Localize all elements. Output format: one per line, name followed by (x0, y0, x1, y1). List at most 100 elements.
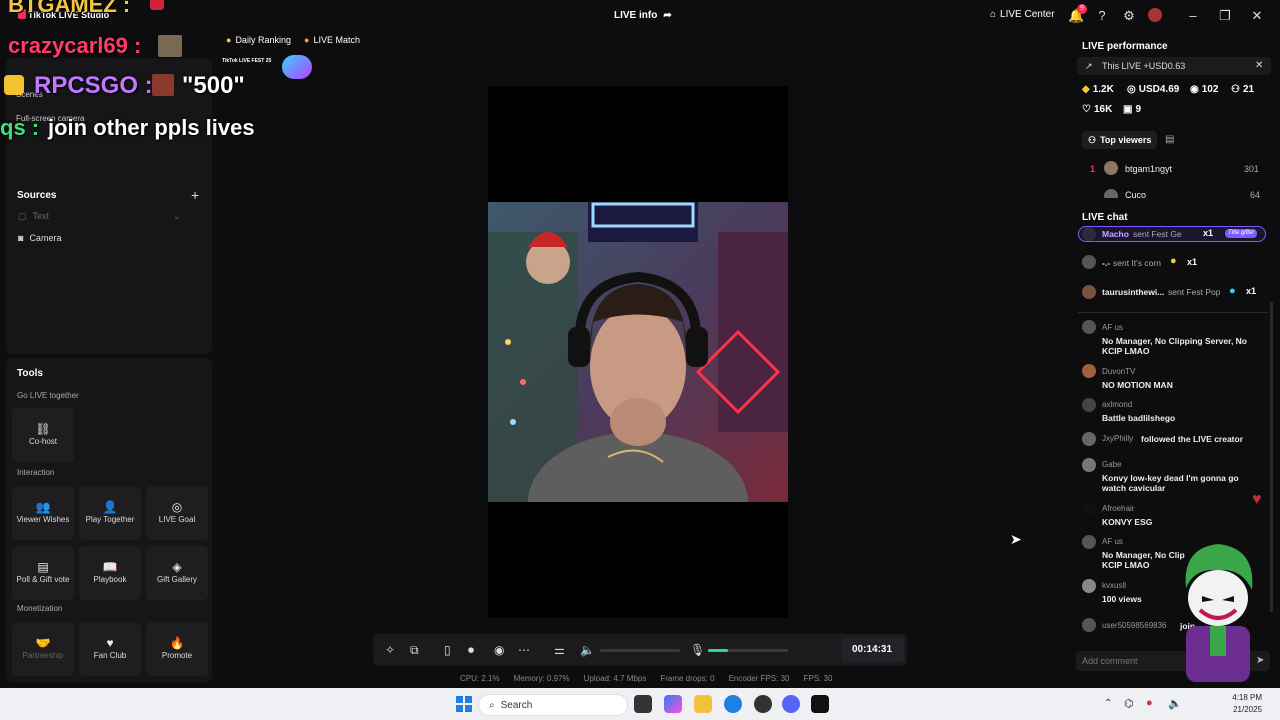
top-viewers-label: Top viewers (1100, 135, 1152, 145)
live-timer: 00:14:31 (852, 644, 893, 655)
chat-username[interactable]: Afroehair (1102, 504, 1134, 513)
joker-figure (1185, 544, 1253, 682)
minimize-icon[interactable]: – (1185, 8, 1201, 24)
chat-username[interactable]: Gabe (1102, 460, 1122, 469)
heart-outline-icon: ♡ (1082, 104, 1091, 115)
chat-username[interactable]: user50598569836 (1102, 621, 1167, 630)
promote-button[interactable]: 🔥 Promote (146, 622, 208, 676)
live-info-label: LIVE info (614, 10, 658, 21)
copilot-icon[interactable] (664, 695, 682, 713)
taskbar-date[interactable]: 21/2025 (1212, 705, 1262, 714)
viewer-row-2[interactable]: Cuco 64 (1082, 188, 1272, 198)
camera-settings-icon[interactable]: ◉ (494, 643, 504, 657)
chat-message: followed the LIVE creator (1141, 434, 1244, 444)
gift-sender[interactable]: Macho (1102, 229, 1129, 239)
gear-icon[interactable]: ⚙ (1121, 8, 1137, 24)
gift-count: x1 (1187, 257, 1198, 267)
gift-sender[interactable]: -.- (1102, 258, 1110, 268)
help-icon[interactable]: ? (1094, 8, 1110, 24)
microphone-icon[interactable]: 🎙 (690, 643, 705, 657)
gift-avatar (1082, 255, 1096, 269)
live-center-button[interactable]: ⌂ LIVE Center (990, 9, 1055, 20)
speaker-icon[interactable]: 🔈 (580, 643, 595, 657)
poll-gift-vote-button[interactable]: ▤ Poll & Gift vote (12, 546, 74, 600)
viewer-wishes-label: Viewer Wishes (16, 514, 70, 524)
more-icon[interactable]: ⋯ (518, 643, 530, 657)
taskbar-search[interactable]: ⌕ Search (478, 694, 628, 716)
layout-icon[interactable]: ⧉ (410, 643, 419, 658)
obs-icon[interactable] (754, 695, 772, 713)
magic-wand-icon[interactable]: ✧ (385, 643, 395, 657)
chat-username[interactable]: JxyPhilly (1102, 434, 1133, 443)
likes-stat: ♡ 16K (1082, 104, 1112, 115)
viewer-name[interactable]: btgam1ngyt (1125, 164, 1172, 174)
tiktok-live-studio-taskbar-icon[interactable] (811, 695, 829, 713)
close-icon[interactable]: ✕ (1249, 8, 1265, 24)
cpu-stat: CPU: 2.1% (460, 674, 500, 683)
gift-sender[interactable]: taurusinthewi... (1102, 287, 1164, 297)
source-label-camera: Camera (29, 233, 62, 243)
overlay-msg-3: join other ppls lives (48, 115, 255, 140)
live-match-tag[interactable]: ● LIVE Match (298, 31, 366, 49)
taskbar-time[interactable]: 4:18 PM (1212, 693, 1262, 702)
play-together-button[interactable]: 👤 Play Together (79, 486, 141, 540)
chat-scrollbar[interactable] (1270, 302, 1273, 612)
record-icon[interactable]: ⏺ (468, 643, 474, 658)
tray-app-icon[interactable]: ● (1146, 697, 1153, 709)
sliders-icon[interactable]: ⚌ (554, 643, 565, 657)
usd-stat: ◎ USD4.69 (1127, 84, 1179, 95)
live-goal-button[interactable]: ◎ LIVE Goal (146, 486, 208, 540)
chat-username[interactable]: AF us (1102, 323, 1123, 332)
camera-feed (488, 202, 788, 502)
live-info-button[interactable]: LIVE info ➦ (614, 10, 672, 21)
maximize-icon[interactable]: ❐ (1217, 8, 1233, 24)
avatar[interactable] (1148, 8, 1164, 24)
task-view-icon[interactable] (634, 695, 652, 713)
gift-count: x1 (1246, 286, 1257, 296)
fest-mascot-icon[interactable] (282, 55, 312, 79)
chevron-down-icon[interactable]: ⌄ (173, 211, 181, 222)
viewers-stat: ◉ 102 (1190, 84, 1218, 95)
chat-message: NO MOTION MAN (1102, 380, 1173, 390)
trend-icon: ↗ (1085, 61, 1093, 71)
people-icon: 👥 (35, 499, 51, 514)
tray-chevron-icon[interactable]: ⌃ (1104, 698, 1112, 709)
like-heart-icon[interactable]: ♥ (1252, 491, 1262, 509)
fan-club-button[interactable]: ♥ Fan Club (79, 622, 141, 676)
overlay-badge-icon (150, 0, 164, 10)
discord-icon[interactable] (782, 695, 800, 713)
source-item-camera[interactable]: ◙ Camera (18, 233, 61, 243)
joker-overlay-image (1172, 540, 1264, 686)
diamonds-stat: ◆ 1.2K (1082, 84, 1114, 95)
encoder-fps-stat: Encoder FPS: 30 (728, 674, 790, 683)
volume-slider[interactable] (600, 649, 680, 652)
chat-username[interactable]: kvxusll (1102, 581, 1126, 590)
live-center-label: LIVE Center (1000, 9, 1055, 20)
comment-placeholder: Add comment (1082, 656, 1138, 666)
playbook-button[interactable]: 📖 Playbook (79, 546, 141, 600)
close-banner-icon[interactable]: ✕ (1255, 60, 1263, 71)
chat-username[interactable]: axlmond (1102, 400, 1132, 409)
windows-start-icon[interactable] (456, 696, 472, 712)
cohost-button[interactable]: ⛓ Co-host (12, 408, 74, 462)
volume-icon[interactable]: 🔈 (1168, 697, 1182, 710)
chat-username[interactable]: DuvonTV (1102, 367, 1135, 376)
likes-value: 16K (1093, 104, 1113, 115)
viewer-wishes-button[interactable]: 👥 Viewer Wishes (12, 486, 74, 540)
list-icon[interactable]: ▤ (1165, 134, 1174, 145)
top-viewers-tab[interactable]: ⚇ Top viewers (1082, 131, 1158, 149)
link-icon: ⛓ (35, 421, 51, 436)
chrome-icon[interactable] (724, 695, 742, 713)
network-icon[interactable]: ⌬ (1124, 697, 1134, 710)
gifters-stat: ▣ 9 (1123, 104, 1141, 115)
add-source-icon[interactable]: + (191, 187, 199, 203)
phone-orientation-icon[interactable]: ▯ (444, 643, 451, 657)
partnership-button[interactable]: 🤝 Partnership (12, 622, 74, 676)
gift-gallery-button[interactable]: ◈ Gift Gallery (146, 546, 208, 600)
daily-ranking-tag[interactable]: ● Daily Ranking (220, 31, 297, 49)
chat-message: Konvy low-key dead I'm gonna go watch ca… (1102, 473, 1239, 493)
chat-username[interactable]: AF us (1102, 537, 1123, 546)
chat-avatar (1082, 398, 1096, 412)
file-explorer-icon[interactable] (694, 695, 712, 713)
source-item-text[interactable]: ▢ Text (18, 211, 49, 222)
